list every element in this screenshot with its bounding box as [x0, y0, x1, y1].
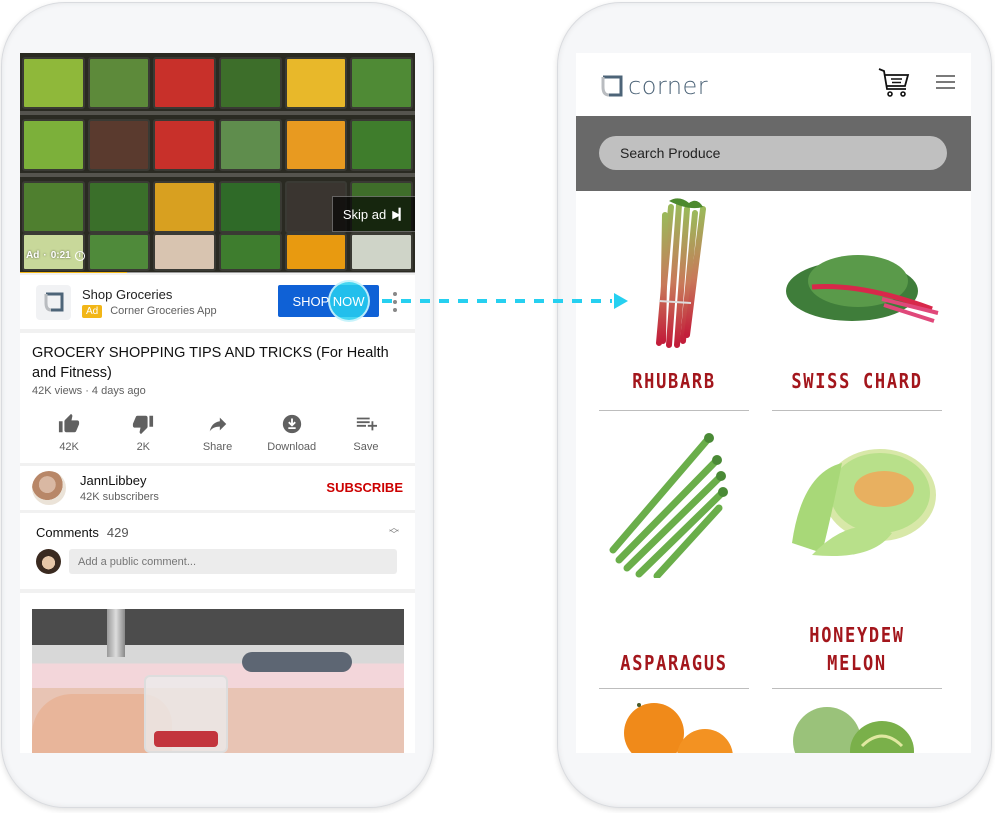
ad-timer: Ad · 0:21 i [26, 250, 85, 261]
divider [599, 688, 749, 689]
ad-time-remaining: 0:21 [50, 250, 71, 261]
subscribe-button[interactable]: SUBSCRIBE [326, 480, 403, 495]
comments-section: Comments 429 ︿ ﹀ [20, 513, 415, 589]
produce-shelf [20, 53, 415, 113]
ad-label: Ad [26, 250, 40, 261]
produce-shelf [20, 115, 415, 175]
app-header: corner [576, 53, 971, 116]
channel-row: JannLibbey 42K subscribers SUBSCRIBE [20, 466, 415, 510]
divider [772, 688, 942, 689]
separator: · [43, 250, 47, 261]
advertiser-title: Shop Groceries [82, 286, 173, 302]
expand-collapse-icon[interactable]: ︿ ﹀ [389, 524, 399, 541]
flow-arrow-icon [382, 293, 628, 309]
search-produce-input[interactable] [599, 136, 947, 170]
product-name: ASPARAGUS [620, 651, 728, 675]
video-info: GROCERY SHOPPING TIPS AND TRICKS (For He… [20, 333, 415, 463]
channel-avatar[interactable] [32, 471, 66, 505]
divider [599, 410, 749, 411]
skip-ad-button[interactable]: Skip ad ▶▎ [332, 196, 415, 232]
download-button[interactable]: Download [255, 413, 329, 453]
thumbs-up-icon [59, 413, 80, 433]
oranges-image [624, 703, 733, 753]
video-actions: 42K 2K Share Download Save [32, 413, 403, 453]
channel-name[interactable]: JannLibbey [80, 473, 159, 488]
fridge-handle [107, 609, 125, 657]
brand-name: corner [628, 72, 709, 100]
share-label: Share [202, 441, 233, 453]
share-button[interactable]: Share [180, 413, 254, 453]
brand-logo[interactable]: corner [600, 72, 708, 100]
shop-now-label: SHOP NOW [292, 293, 365, 309]
fridge-panel [242, 652, 352, 672]
video-meta: 42K views · 4 days ago [32, 385, 146, 397]
dislike-count: 2K [136, 441, 151, 453]
artichoke-image [793, 707, 914, 753]
honeydew-melon-image [792, 449, 936, 557]
like-count: 42K [59, 441, 79, 453]
ad-companion-bar: Shop Groceries Ad Corner Groceries App S… [20, 275, 415, 329]
product-name: HONEYDEW MELON [809, 623, 905, 675]
advertiser-subtitle: Corner Groceries App [110, 305, 217, 317]
shopping-cart-icon[interactable] [878, 67, 910, 99]
save-button[interactable]: Save [329, 413, 403, 453]
strawberry-container [144, 675, 228, 753]
add-to-playlist-icon [356, 417, 377, 431]
download-label: Download [267, 441, 317, 453]
corner-app-screen: corner RHUBARB [576, 53, 971, 753]
corner-logo-icon [44, 292, 63, 312]
ad-progress-bar[interactable] [20, 272, 415, 273]
swiss-chard-image [786, 255, 939, 323]
rhubarb-image [656, 198, 706, 348]
ad-badge: Ad [82, 304, 103, 318]
youtube-screen: Skip ad ▶▎ Ad · 0:21 i Shop Groceries Ad… [20, 53, 415, 753]
search-band [576, 116, 971, 191]
video-ad-player[interactable]: Skip ad ▶▎ Ad · 0:21 i [20, 53, 415, 273]
comments-count: 429 [106, 525, 129, 540]
subscriber-count: 42K subscribers [80, 491, 159, 503]
product-name: RHUBARB [632, 369, 716, 393]
corner-logo-icon [601, 75, 623, 97]
share-icon [209, 417, 226, 432]
skip-next-icon: ▶▎ [392, 208, 407, 221]
asparagus-image [609, 433, 728, 578]
download-icon [282, 414, 301, 434]
video-title: GROCERY SHOPPING TIPS AND TRICKS (For He… [32, 345, 389, 381]
skip-ad-label: Skip ad [342, 206, 387, 222]
thumbs-down-icon [133, 415, 154, 435]
divider [772, 410, 942, 411]
product-name: SWISS CHARD [791, 369, 923, 393]
save-label: Save [353, 441, 379, 453]
like-button[interactable]: 42K [32, 413, 106, 453]
next-video-card[interactable] [20, 593, 415, 753]
comments-label: Comments [36, 525, 99, 540]
next-video-thumbnail[interactable] [32, 609, 404, 753]
advertiser-logo[interactable] [36, 284, 71, 320]
hamburger-menu-icon[interactable] [936, 75, 955, 89]
info-icon[interactable]: i [74, 250, 85, 261]
ad-progress-fill [20, 272, 127, 273]
comment-input[interactable] [69, 549, 397, 574]
user-avatar [36, 549, 61, 574]
dislike-button[interactable]: 2K [106, 413, 180, 453]
